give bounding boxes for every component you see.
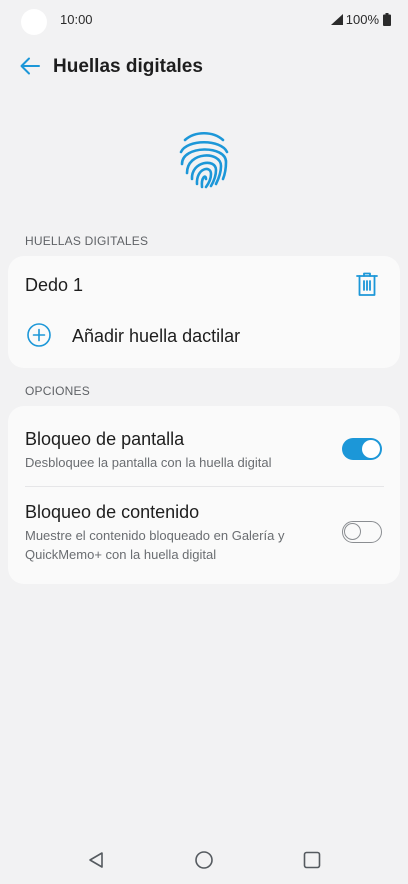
screen-lock-title: Bloqueo de pantalla bbox=[25, 429, 185, 449]
app-bar: Huellas digitales bbox=[0, 46, 408, 90]
recents-square-icon[interactable] bbox=[300, 848, 324, 872]
battery-icon bbox=[383, 13, 391, 26]
signal-icon bbox=[330, 14, 343, 25]
fingerprint-item-label: Dedo 1 bbox=[25, 275, 84, 295]
content-lock-description: Muestre el contenido bloqueado en Galerí… bbox=[25, 528, 285, 562]
status-bar: 10:00 100% bbox=[0, 0, 408, 40]
navigation-bar bbox=[0, 836, 408, 884]
battery-percentage: 100% bbox=[345, 12, 379, 27]
screen-lock-description: Desbloquee la pantalla con la huella dig… bbox=[25, 455, 272, 470]
back-triangle-icon[interactable] bbox=[84, 848, 108, 872]
plus-circle-icon bbox=[27, 323, 51, 347]
page-title: Huellas digitales bbox=[53, 56, 203, 77]
section-header-fingerprints: HUELLAS DIGITALES bbox=[25, 234, 149, 248]
toggle-knob bbox=[344, 523, 361, 540]
options-card: Bloqueo de pantalla Desbloquee la pantal… bbox=[8, 406, 400, 584]
add-fingerprint-label: Añadir huella dactilar bbox=[72, 326, 241, 346]
fingerprint-item[interactable]: Dedo 1 bbox=[8, 256, 400, 312]
status-indicators: 100% bbox=[330, 12, 391, 27]
fingerprints-card: Dedo 1 Añadir huella dactilar bbox=[8, 256, 400, 368]
screen-lock-toggle[interactable] bbox=[342, 438, 382, 460]
content-lock-toggle[interactable] bbox=[342, 521, 382, 543]
back-button[interactable] bbox=[14, 54, 46, 82]
home-circle-icon[interactable] bbox=[192, 848, 216, 872]
status-time: 10:00 bbox=[60, 12, 93, 27]
trash-icon[interactable] bbox=[355, 271, 379, 297]
arrow-left-icon bbox=[20, 57, 40, 80]
screen-lock-option[interactable]: Bloqueo de pantalla Desbloquee la pantal… bbox=[8, 406, 400, 486]
content-lock-title: Bloqueo de contenido bbox=[25, 502, 200, 522]
toggle-knob bbox=[362, 440, 380, 458]
fingerprint-icon bbox=[176, 128, 232, 190]
section-header-options: OPCIONES bbox=[25, 384, 90, 398]
add-fingerprint-row[interactable]: Añadir huella dactilar bbox=[8, 312, 400, 360]
camera-cutout bbox=[21, 9, 47, 35]
content-lock-option[interactable]: Bloqueo de contenido Muestre el contenid… bbox=[8, 487, 400, 584]
